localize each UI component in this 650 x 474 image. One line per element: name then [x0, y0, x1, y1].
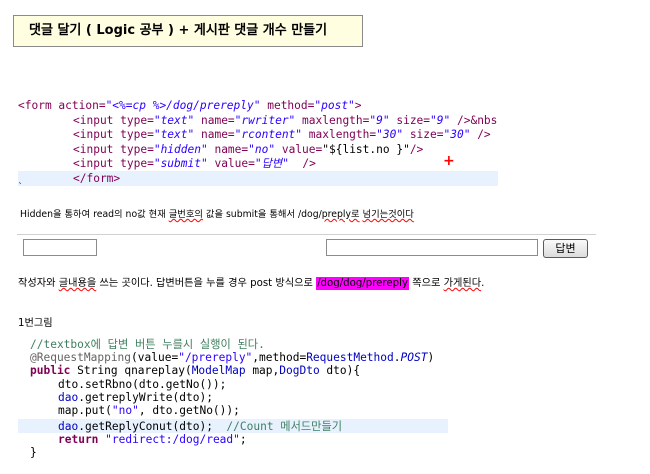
description-hidden-field: Hidden을 통하여 read의 no값 현재 글번호의 값을 submit을… — [20, 209, 414, 220]
code-end-mark: ` — [18, 182, 23, 193]
code-line: <form action="<%=cp %>/dog/prereply" met… — [18, 99, 362, 112]
code-line: map.put("no", dto.getNo()); — [58, 404, 240, 417]
code-block-form: <form action="<%=cp %>/dog/prereply" met… — [18, 99, 498, 186]
code-line: dao.getReplyConut(dto); //Count 메서드만들기 — [58, 420, 343, 433]
code-line: } — [30, 446, 37, 460]
code-line: <input type="submit" value="답변" /> — [73, 157, 316, 171]
writer-input[interactable] — [23, 239, 97, 256]
description-form-preview: 작성자와 글내용을 쓰는 곳이다. 답변버튼을 누를 경우 post 방식으로 … — [18, 277, 485, 290]
code-line: public String qnareplay(ModelMap map,Dog… — [30, 364, 361, 378]
figure-label: 1번그림 — [18, 318, 53, 329]
content-input[interactable] — [326, 239, 538, 256]
code-line: return "redirect:/dog/read"; — [58, 433, 247, 447]
code-line: <input type="text" name="rcontent" maxle… — [73, 128, 491, 142]
code-line: dao.getreplyWrite(dto); — [58, 390, 213, 404]
reply-submit-button[interactable]: 답변 — [543, 239, 588, 258]
code-line: <input type="hidden" name="no" value="${… — [73, 142, 424, 156]
code-line: </form> — [73, 172, 121, 185]
code-line: dto.setRbno(dto.getNo()); — [58, 377, 227, 391]
code-line: <input type="text" name="rwriter" maxlen… — [73, 113, 498, 127]
code-line: //textbox에 답변 버튼 누를시 실행이 된다. — [30, 338, 265, 351]
plus-annotation: + — [443, 153, 455, 169]
code-block-controller: //textbox에 답변 버튼 누를시 실행이 된다. @RequestMap… — [18, 336, 448, 464]
page-title: 댓글 달기 ( Logic 공부 ) + 게시판 댓글 개수 만들기 — [13, 15, 363, 47]
code-line: @RequestMapping(value="/prereply",method… — [30, 351, 435, 365]
highlighted-path: /dog/dog/prereply — [316, 277, 409, 290]
